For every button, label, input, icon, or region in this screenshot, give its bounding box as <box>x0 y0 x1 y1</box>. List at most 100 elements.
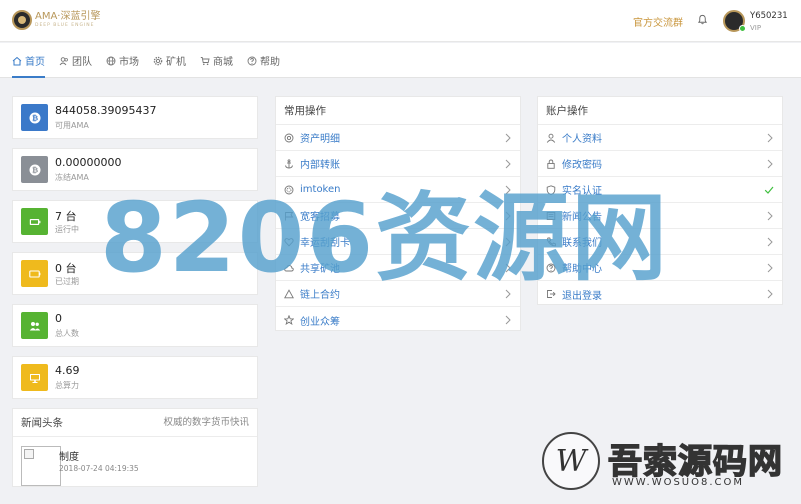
svg-text:₿: ₿ <box>31 165 37 174</box>
chevron-right-icon <box>505 159 511 169</box>
common-item-crowdfunding[interactable]: 创业众筹 <box>276 307 520 333</box>
chevron-right-icon <box>767 263 773 273</box>
gear-icon <box>153 56 163 65</box>
battery-full-icon <box>21 208 48 235</box>
nav-shop[interactable]: 商城 <box>200 43 233 78</box>
star-icon <box>284 315 294 325</box>
shield-icon <box>546 184 556 195</box>
nav-market[interactable]: 市场 <box>106 43 139 78</box>
stat-label: 冻结AMA <box>55 173 89 182</box>
stat-card-running[interactable]: 7 台 运行中 <box>12 200 258 243</box>
stat-card-expired[interactable]: 0 台 已过期 <box>12 252 258 295</box>
common-item-imtoken[interactable]: imtoken <box>276 177 520 203</box>
stat-card-members[interactable]: 0 总人数 <box>12 304 258 347</box>
help-icon <box>546 263 556 272</box>
stat-card-hashrate[interactable]: 4.69 总算力 <box>12 356 258 399</box>
bitcoin-icon: ₿ <box>21 156 48 183</box>
chevron-right-icon <box>505 211 511 221</box>
online-status-dot <box>739 25 746 32</box>
users-icon <box>21 312 48 339</box>
official-group-link[interactable]: 官方交流群 <box>633 14 683 29</box>
news-icon <box>546 211 556 220</box>
logo-subtitle: DEEP BLUE ENGINE <box>35 22 95 28</box>
check-icon <box>764 186 774 194</box>
battery-empty-icon <box>21 260 48 287</box>
stat-value: 4.69 <box>55 364 80 377</box>
account-item-change-password[interactable]: 修改密码 <box>538 151 782 177</box>
account-operations-panel: 账户操作 个人资料 修改密码 实名认证 新闻公告 联系我们 帮助中心 退出登录 <box>537 96 783 305</box>
news-item-title[interactable]: 制度 <box>59 448 79 463</box>
heart-icon <box>284 237 294 246</box>
lock-icon <box>547 159 555 169</box>
user-name[interactable]: Y650231 <box>750 11 788 21</box>
news-thumbnail[interactable] <box>21 446 61 486</box>
stat-card-frozen[interactable]: ₿ 0.00000000 冻结AMA <box>12 148 258 191</box>
common-operations-panel: 常用操作 资产明细 内部转账 imtoken 宽客招募 幸运刮刮卡 共享矿池 链… <box>275 96 521 331</box>
account-item-help-center[interactable]: 帮助中心 <box>538 255 782 281</box>
stat-label: 总算力 <box>55 381 79 390</box>
stat-value: 0.00000000 <box>55 156 122 169</box>
account-item-news[interactable]: 新闻公告 <box>538 203 782 229</box>
chevron-right-icon <box>505 315 511 325</box>
monitor-icon <box>21 364 48 391</box>
stat-label: 可用AMA <box>55 121 89 130</box>
watermark-brand: W 吾索源码网 WWW.WOSUO8.COM <box>542 430 797 494</box>
account-item-profile[interactable]: 个人资料 <box>538 125 782 151</box>
account-item-verification[interactable]: 实名认证 <box>538 177 782 203</box>
chevron-right-icon <box>505 289 511 299</box>
chevron-right-icon <box>767 211 773 221</box>
stat-label: 已过期 <box>55 277 79 286</box>
chevron-right-icon <box>505 133 511 143</box>
cloud-icon <box>284 264 294 271</box>
watermark-brand-text: 吾索源码网 <box>607 441 783 483</box>
watermark-url: WWW.WOSUO8.COM <box>612 477 745 488</box>
stat-value: 7 台 <box>55 210 77 223</box>
news-panel: 新闻头条 权威的数字货币快讯 制度 2018-07-24 04:19:35 <box>12 408 258 487</box>
cart-icon <box>200 56 210 65</box>
account-item-logout[interactable]: 退出登录 <box>538 281 782 307</box>
logo-mark-icon <box>12 10 32 30</box>
main-nav: 首页 团队 市场 矿机 商城 帮助 <box>0 43 801 78</box>
user-level: VIP <box>750 24 762 32</box>
nav-help[interactable]: 帮助 <box>247 43 280 78</box>
avatar[interactable] <box>723 10 746 32</box>
wallet-icon <box>284 185 294 194</box>
chevron-right-icon <box>767 159 773 169</box>
chevron-right-icon <box>767 237 773 247</box>
chevron-right-icon <box>767 289 773 299</box>
top-bar: AMA·深蓝引擎 DEEP BLUE ENGINE 官方交流群 Y650231 … <box>0 0 801 42</box>
logo[interactable]: AMA·深蓝引擎 DEEP BLUE ENGINE <box>12 10 101 30</box>
help-icon <box>247 56 257 65</box>
stat-card-available[interactable]: ₿ 844058.39095437 可用AMA <box>12 96 258 139</box>
home-icon <box>12 56 22 65</box>
nav-team[interactable]: 团队 <box>59 43 92 78</box>
logout-icon <box>547 290 556 298</box>
team-icon <box>59 56 68 65</box>
common-item-shared-pool[interactable]: 共享矿池 <box>276 255 520 281</box>
account-operations-title: 账户操作 <box>538 97 782 125</box>
logo-title: AMA·深蓝引擎 <box>35 10 101 22</box>
stat-label: 运行中 <box>55 225 79 234</box>
svg-text:₿: ₿ <box>31 113 37 122</box>
chevron-right-icon <box>505 237 511 247</box>
globe-icon <box>106 56 116 65</box>
stat-value: 0 <box>55 312 62 325</box>
news-subtitle: 权威的数字货币快讯 <box>163 417 249 428</box>
flag-icon <box>285 211 294 220</box>
nav-miner[interactable]: 矿机 <box>153 43 186 78</box>
nav-home[interactable]: 首页 <box>12 43 45 78</box>
account-item-contact[interactable]: 联系我们 <box>538 229 782 255</box>
chevron-right-icon <box>505 263 511 273</box>
triangle-icon <box>284 288 294 298</box>
common-item-asset-details[interactable]: 资产明细 <box>276 125 520 151</box>
common-item-scratch-card[interactable]: 幸运刮刮卡 <box>276 229 520 255</box>
stat-label: 总人数 <box>55 329 79 338</box>
common-item-recruit[interactable]: 宽客招募 <box>276 203 520 229</box>
bitcoin-icon: ₿ <box>21 104 48 131</box>
common-item-onchain-contract[interactable]: 链上合约 <box>276 281 520 307</box>
news-item-date: 2018-07-24 04:19:35 <box>59 464 139 473</box>
bell-icon[interactable] <box>697 14 708 25</box>
common-item-internal-transfer[interactable]: 内部转账 <box>276 151 520 177</box>
news-title: 新闻头条 <box>21 417 63 429</box>
user-icon <box>546 133 556 143</box>
